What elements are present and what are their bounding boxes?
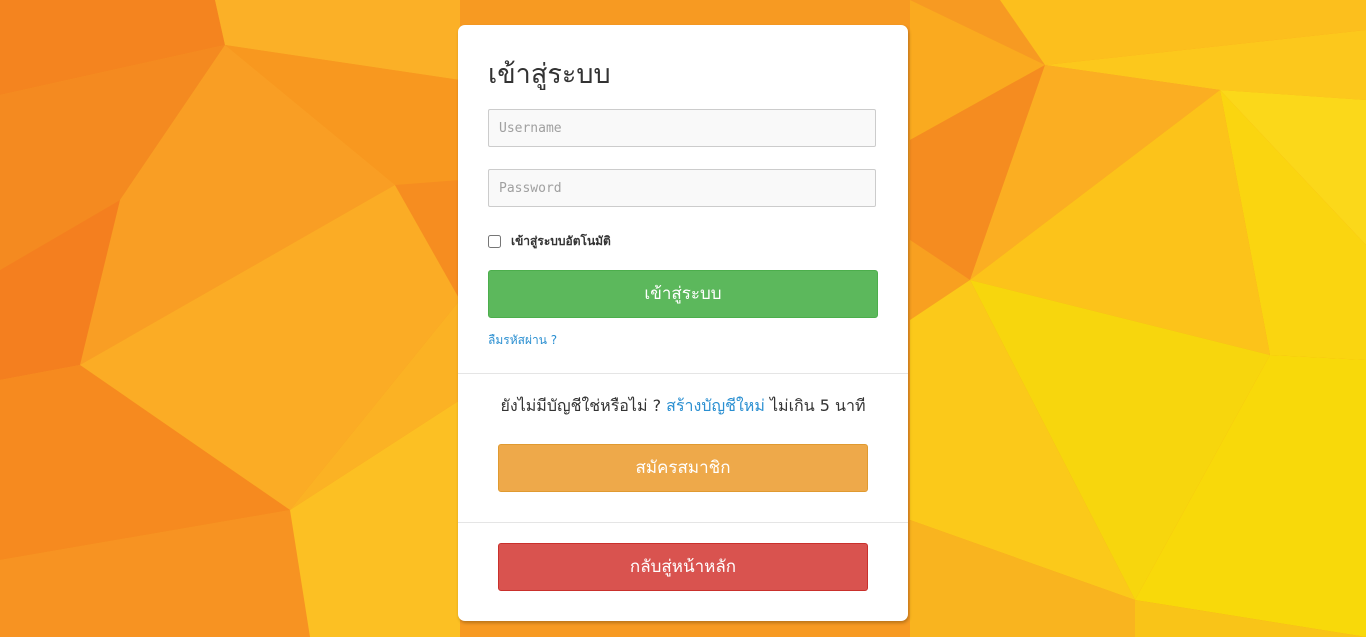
login-button[interactable]: เข้าสู่ระบบ xyxy=(488,270,878,318)
divider xyxy=(458,373,908,374)
back-to-home-button[interactable]: กลับสู่หน้าหลัก xyxy=(498,543,868,591)
signup-prompt-text: ยังไม่มีบัญชีใช่หรือไม่ ? xyxy=(500,396,662,415)
signup-prompt-suffix: ไม่เกิน 5 นาที xyxy=(769,396,866,415)
remember-me-checkbox[interactable] xyxy=(488,234,501,248)
signup-prompt: ยังไม่มีบัญชีใช่หรือไม่ ? สร้างบัญชีใหม่… xyxy=(458,394,908,419)
login-card: เข้าสู่ระบบ เข้าสู่ระบบอัตโนมัติ เข้าสู่… xyxy=(458,25,908,621)
forgot-password-link[interactable]: ลืมรหัสผ่าน ? xyxy=(488,331,557,350)
divider xyxy=(458,522,908,523)
register-button[interactable]: สมัครสมาชิก xyxy=(498,444,868,492)
username-input[interactable] xyxy=(488,109,876,147)
password-input[interactable] xyxy=(488,169,876,207)
create-account-link[interactable]: สร้างบัญชีใหม่ xyxy=(666,396,765,415)
remember-me-row[interactable]: เข้าสู่ระบบอัตโนมัติ xyxy=(488,231,611,251)
login-title: เข้าสู่ระบบ xyxy=(488,59,611,90)
remember-me-label: เข้าสู่ระบบอัตโนมัติ xyxy=(511,233,611,248)
